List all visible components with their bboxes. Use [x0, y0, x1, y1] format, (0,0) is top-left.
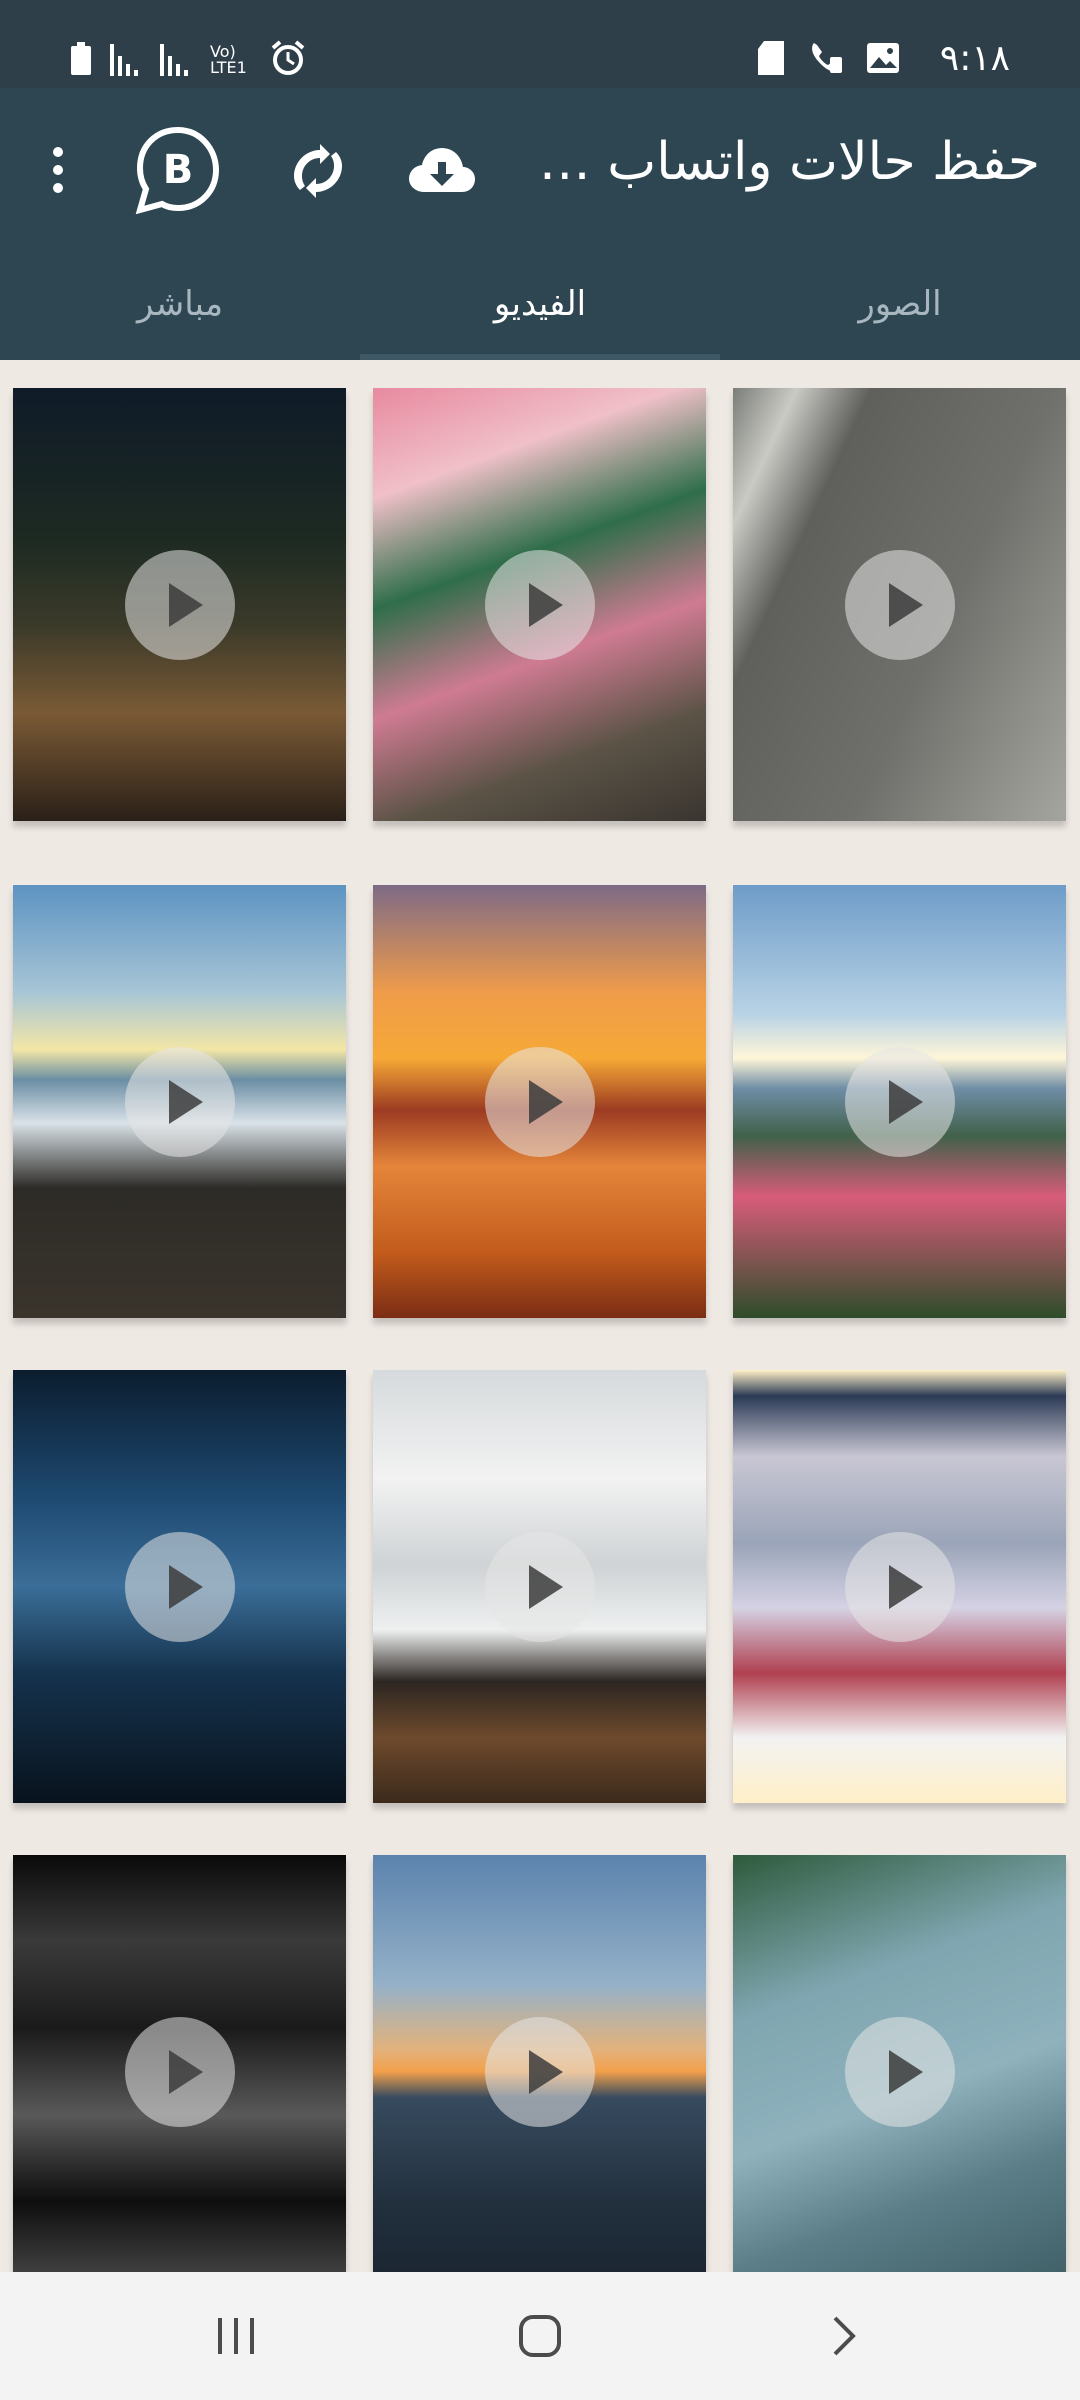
app-title: حفظ حالات واتساب الأعمال — [530, 132, 1040, 192]
status-bar: Vo) LTE1 ٩:١٨ — [0, 0, 1080, 88]
call-forward-icon — [812, 43, 842, 73]
video-tile[interactable] — [733, 885, 1066, 1318]
video-tile[interactable] — [13, 388, 346, 821]
tab-photos[interactable]: الصور — [720, 248, 1080, 360]
tab-live[interactable]: مباشر — [0, 248, 360, 360]
status-left-icons: Vo) LTE1 — [70, 40, 306, 76]
video-tile[interactable] — [13, 885, 346, 1318]
battery-icon — [71, 42, 91, 75]
status-time: ٩:١٨ — [939, 38, 1010, 79]
play-icon — [484, 549, 595, 660]
play-icon — [844, 549, 955, 660]
video-tile[interactable] — [13, 1370, 346, 1803]
system-nav-bar — [0, 2272, 1080, 2400]
download-icon — [409, 148, 475, 192]
play-icon — [124, 1046, 235, 1157]
whatsapp-business-icon: B — [135, 126, 220, 214]
video-tile[interactable] — [13, 1855, 346, 2272]
more-options-button[interactable] — [8, 120, 108, 220]
home-button[interactable] — [500, 2296, 580, 2376]
play-icon — [484, 2016, 595, 2127]
play-icon — [844, 1531, 955, 1642]
play-icon — [484, 1531, 595, 1642]
video-grid — [0, 360, 1080, 2272]
alarm-icon — [271, 40, 305, 75]
play-icon — [124, 549, 235, 660]
back-button[interactable] — [804, 2296, 884, 2376]
svg-text:B: B — [163, 147, 194, 193]
refresh-icon — [294, 144, 342, 198]
video-tile[interactable] — [733, 388, 1066, 821]
video-tile[interactable] — [373, 1855, 706, 2272]
sd-card-icon — [758, 41, 784, 75]
download-button[interactable] — [392, 120, 492, 220]
volte-label: Vo) LTE1 — [210, 42, 247, 77]
home-icon — [519, 2315, 561, 2357]
video-tile[interactable] — [733, 1370, 1066, 1803]
play-icon — [844, 2016, 955, 2127]
play-icon — [124, 2016, 235, 2127]
image-icon — [867, 43, 899, 73]
tab-videos[interactable]: الفيديو — [360, 248, 720, 360]
app-bar: حفظ حالات واتساب الأعمال B مباشر الفيديو… — [0, 88, 1080, 360]
play-icon — [484, 1046, 595, 1157]
recent-apps-button[interactable] — [196, 2296, 276, 2376]
video-tile[interactable] — [373, 1370, 706, 1803]
more-vert-icon — [53, 147, 63, 193]
video-tile[interactable] — [373, 885, 706, 1318]
refresh-button[interactable] — [266, 120, 366, 220]
play-icon — [124, 1531, 235, 1642]
video-tile[interactable] — [733, 1855, 1066, 2272]
play-icon — [844, 1046, 955, 1157]
recent-apps-icon — [218, 2318, 254, 2354]
signal-icon — [160, 44, 188, 76]
status-right-icons — [758, 40, 900, 76]
back-icon — [833, 2316, 856, 2356]
tab-bar: مباشر الفيديو الصور — [0, 248, 1080, 360]
whatsapp-business-button[interactable]: B — [128, 120, 228, 220]
video-tile[interactable] — [373, 388, 706, 821]
signal-icon — [110, 44, 138, 76]
